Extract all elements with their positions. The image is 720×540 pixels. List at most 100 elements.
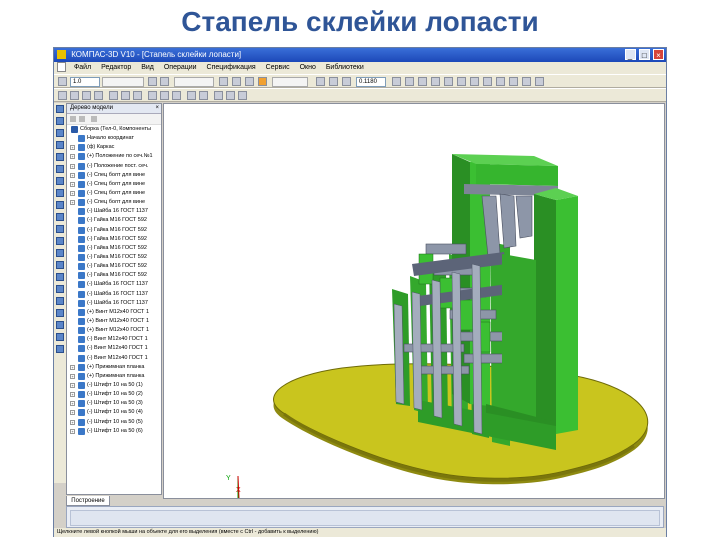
tree-item[interactable]: + (-) Спец болт для вине (67, 180, 161, 189)
tree-item[interactable]: (+) Винт М12х40 ГОСТ 1 (67, 326, 161, 335)
manager-icon[interactable] (160, 91, 169, 100)
tree-item[interactable]: (-) Винт М12х40 ГОСТ 1 (67, 354, 161, 363)
document-icon[interactable] (57, 62, 66, 73)
maximize-button[interactable]: □ (638, 49, 650, 60)
surfaces-icon[interactable] (56, 129, 64, 137)
measure-icon[interactable] (522, 77, 531, 86)
filter-field[interactable] (272, 77, 308, 87)
print-icon[interactable] (94, 91, 103, 100)
zoom-field[interactable]: 0.1180 (356, 77, 386, 87)
tree-item[interactable]: + (-) Штифт 10 на 50 (5) (67, 418, 161, 427)
arrays-icon[interactable] (56, 141, 64, 149)
reports-icon[interactable] (56, 213, 64, 221)
tree-item[interactable]: (-) Шайба 16 ГОСТ 1137 (67, 299, 161, 308)
help-icon[interactable] (238, 91, 247, 100)
fx-icon[interactable] (226, 91, 235, 100)
spatial-curves-icon[interactable] (56, 117, 64, 125)
analysis-icon[interactable] (56, 321, 64, 329)
sheet-body-icon[interactable] (56, 237, 64, 245)
shaded-icon[interactable] (470, 77, 479, 86)
menu-file[interactable]: Файл (70, 62, 95, 74)
selection-icon[interactable] (56, 345, 64, 353)
color-icon[interactable] (245, 77, 254, 86)
expand-toggle-icon[interactable]: + (70, 428, 75, 434)
tree-item[interactable]: (-) Винт М12х40 ГОСТ 1 (67, 335, 161, 344)
tree-order-icon[interactable] (79, 116, 85, 122)
step-field[interactable] (102, 77, 144, 87)
library-icon[interactable] (148, 91, 157, 100)
tree-item[interactable]: (-) Гайка М16 ГОСТ 592 (67, 253, 161, 262)
expand-toggle-icon[interactable]: + (70, 419, 75, 425)
menu-specification[interactable]: Спецификация (203, 62, 260, 74)
expand-toggle-icon[interactable]: + (70, 373, 75, 379)
zoom-window-icon[interactable] (329, 77, 338, 86)
menu-window[interactable]: Окно (296, 62, 320, 74)
expand-toggle-icon[interactable]: + (70, 154, 75, 160)
grid-icon[interactable] (58, 77, 67, 86)
tree-item[interactable]: (-) Шайба 16 ГОСТ 1137 (67, 290, 161, 299)
tree-item[interactable]: (-) Винт М12х40 ГОСТ 1 (67, 344, 161, 353)
filters-icon[interactable] (56, 189, 64, 197)
menu-libraries[interactable]: Библиотеки (322, 62, 368, 74)
menu-operations[interactable]: Операции (160, 62, 201, 74)
hidden-lines-icon[interactable] (457, 77, 466, 86)
new-file-icon[interactable] (58, 91, 67, 100)
expand-toggle-icon[interactable]: + (70, 145, 75, 151)
tree-item[interactable]: (-) Шайба 16 ГОСТ 1137 (67, 280, 161, 289)
model-viewport[interactable]: Y X (163, 103, 665, 499)
tree-item[interactable]: + (-) Спец болт для вине (67, 171, 161, 180)
tree-item[interactable]: Начало координат (67, 134, 161, 143)
perspective-icon[interactable] (496, 77, 505, 86)
tree-item[interactable]: (-) Гайка М16 ГОСТ 592 (67, 235, 161, 244)
zoom-icon[interactable] (342, 77, 351, 86)
tree-item[interactable]: (-) Гайка М16 ГОСТ 592 (67, 244, 161, 253)
tree-item[interactable]: (+) Винт М12х40 ГОСТ 1 (67, 317, 161, 326)
section-icon[interactable] (509, 77, 518, 86)
designations-icon[interactable] (56, 309, 64, 317)
redo-icon[interactable] (199, 91, 208, 100)
tree-item[interactable]: + (-) Спец болт для вине (67, 189, 161, 198)
tree-item[interactable]: + (+) Положение по сеч.№1 (67, 152, 161, 161)
coord-field[interactable] (174, 77, 214, 87)
tree-item[interactable]: + (-) Штифт 10 на 50 (3) (67, 399, 161, 408)
measure-tools-icon[interactable] (56, 177, 64, 185)
elements-icon[interactable] (56, 225, 64, 233)
tree-item[interactable]: + (-) Штифт 10 на 50 (1) (67, 381, 161, 390)
pipeline-icon[interactable] (56, 249, 64, 257)
cut-icon[interactable] (109, 91, 118, 100)
properties-icon[interactable] (535, 77, 544, 86)
harness-icon[interactable] (56, 261, 64, 269)
tab-construction[interactable]: Построение (66, 496, 110, 506)
tree-item[interactable]: + (-) Спец болт для вине (67, 198, 161, 207)
specification-icon[interactable] (56, 201, 64, 209)
tree-item[interactable]: + (+) Прижимная планка (67, 363, 161, 372)
macro-icon[interactable] (56, 333, 64, 341)
tree-item[interactable]: (-) Гайка М16 ГОСТ 592 (67, 262, 161, 271)
tree-item[interactable]: (-) Гайка М16 ГОСТ 592 (67, 226, 161, 235)
close-button[interactable]: × (653, 49, 664, 60)
tree-item[interactable]: + (ф) Каркас (67, 143, 161, 152)
expand-toggle-icon[interactable]: + (70, 172, 75, 178)
expand-toggle-icon[interactable]: + (70, 200, 75, 206)
save-file-icon[interactable] (82, 91, 91, 100)
mating-icon[interactable] (56, 165, 64, 173)
copy-icon[interactable] (121, 91, 130, 100)
expand-toggle-icon[interactable]: + (70, 190, 75, 196)
undo-icon[interactable] (187, 91, 196, 100)
expand-toggle-icon[interactable]: + (70, 392, 75, 398)
minimize-button[interactable]: _ (624, 49, 636, 60)
dimensions-icon[interactable] (56, 297, 64, 305)
orient-icon[interactable] (405, 77, 414, 86)
refresh-icon[interactable] (418, 77, 427, 86)
welds-icon[interactable] (56, 285, 64, 293)
menu-view[interactable]: Вид (137, 62, 158, 74)
tree-close-icon[interactable]: × (155, 104, 159, 113)
tree-item[interactable]: (-) Гайка М16 ГОСТ 592 (67, 216, 161, 225)
open-file-icon[interactable] (70, 91, 79, 100)
ortho-icon[interactable] (160, 77, 169, 86)
fasteners-icon[interactable] (56, 273, 64, 281)
tree-view-icon[interactable] (70, 116, 76, 122)
rotate-icon[interactable] (392, 77, 401, 86)
tree-item[interactable]: + (-) Положение пост. сеч. (67, 162, 161, 171)
expand-toggle-icon[interactable]: + (70, 382, 75, 388)
